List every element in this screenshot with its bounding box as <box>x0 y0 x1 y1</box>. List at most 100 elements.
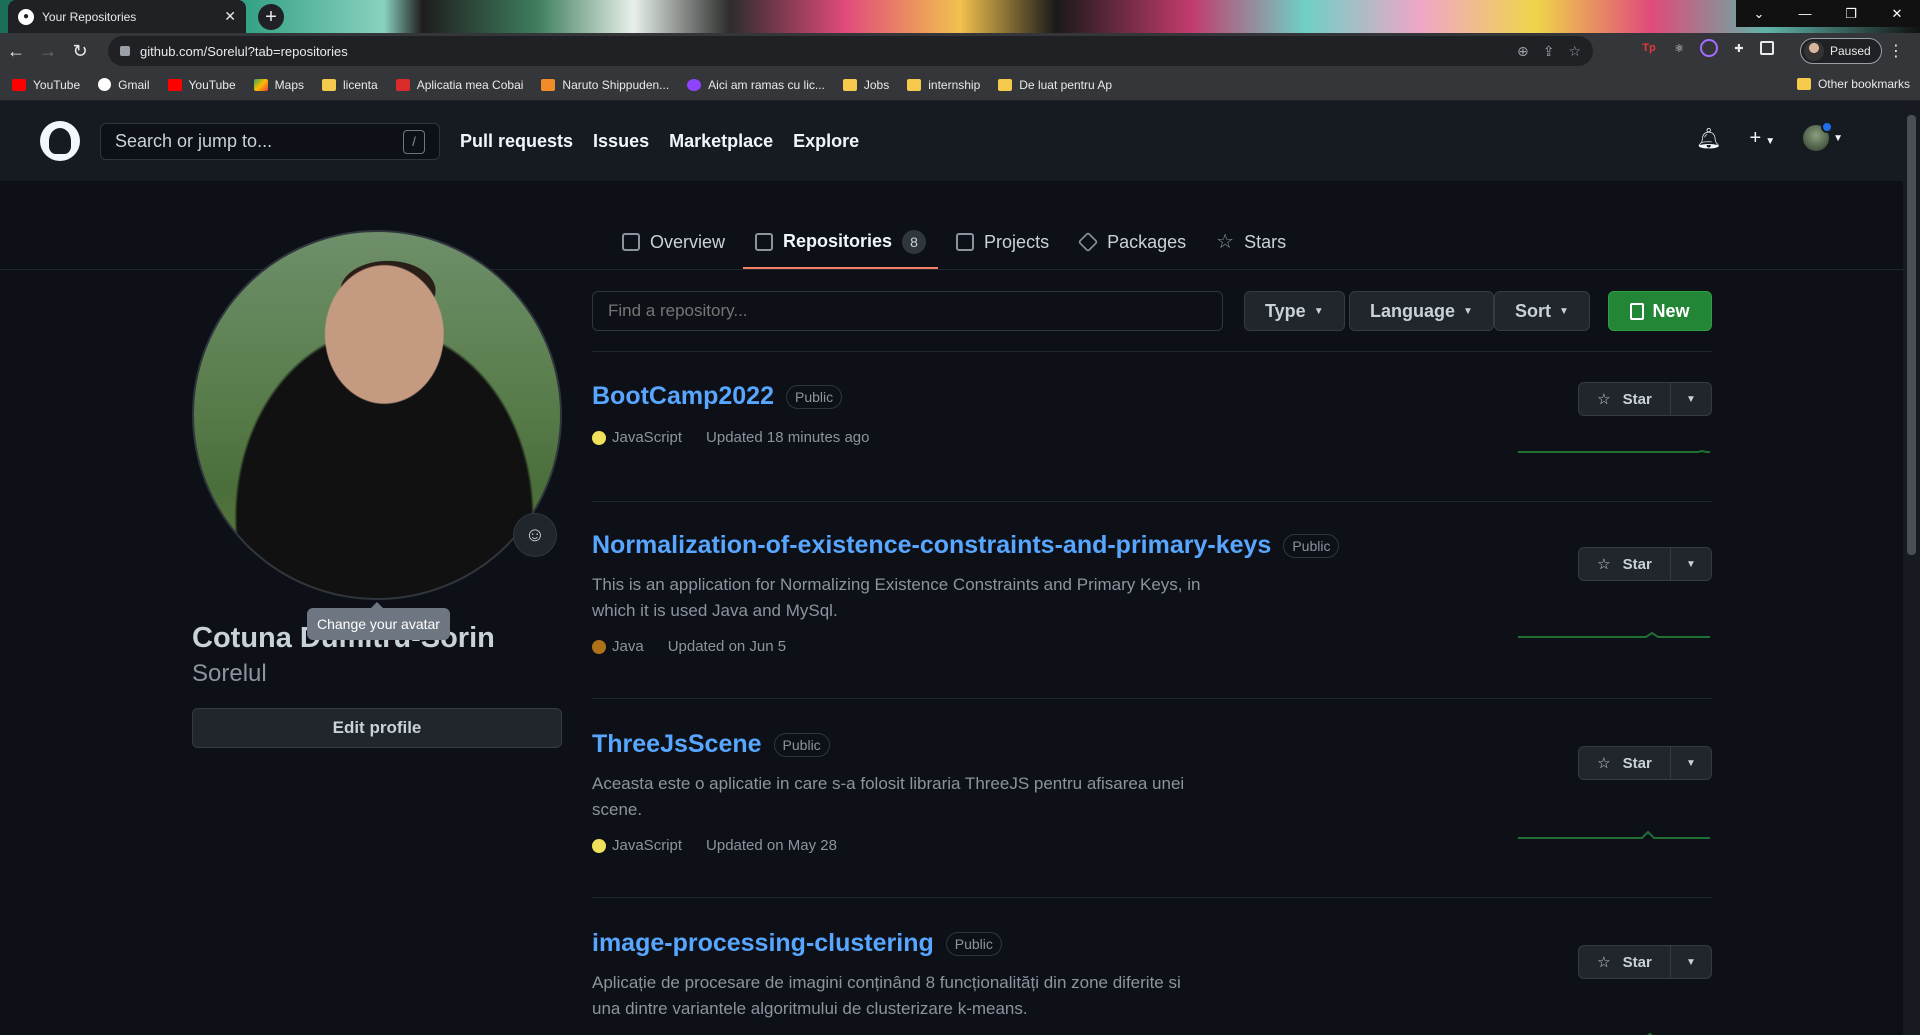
repo-icon <box>755 232 774 251</box>
repo-updated: Updated on May 28 <box>706 837 837 854</box>
repo-language: Java <box>592 638 644 655</box>
star-icon: ☆ <box>1597 954 1611 971</box>
url-text[interactable]: github.com/Sorelul?tab=repositories <box>140 44 1517 59</box>
star-button[interactable]: ☆ Star <box>1579 383 1671 415</box>
tab-close-icon[interactable]: ✕ <box>224 8 236 25</box>
repo-language: JavaScript <box>592 429 682 446</box>
profile-username: Sorelul <box>192 660 267 687</box>
repo-name-link[interactable]: BootCamp2022 <box>592 382 774 411</box>
github-logo-icon[interactable] <box>40 121 80 161</box>
extension-react-icon[interactable]: ⚛ <box>1670 39 1688 57</box>
profile-avatar-icon <box>1804 41 1824 61</box>
repo-list-item: Normalization-of-existence-constraints-a… <box>592 531 1712 699</box>
restore-button[interactable]: ❐ <box>1828 0 1874 27</box>
bookmark-item[interactable]: Naruto Shippuden... <box>541 78 669 92</box>
nav-marketplace[interactable]: Marketplace <box>669 131 773 152</box>
language-filter-button[interactable]: Language ▼ <box>1349 291 1494 331</box>
repo-name-link[interactable]: Normalization-of-existence-constraints-a… <box>592 531 1271 560</box>
user-menu-dropdown[interactable]: ▼ <box>1803 121 1843 151</box>
zoom-icon[interactable]: ⊕ <box>1517 43 1529 60</box>
other-bookmarks[interactable]: Other bookmarks <box>1796 77 1910 91</box>
forward-arrow-icon[interactable]: → <box>32 35 64 67</box>
browser-tabstrip: ● Your Repositories ✕ + ⌄ — ❐ ✕ <box>0 0 1920 33</box>
visibility-badge: Public <box>945 931 1002 956</box>
repo-icon <box>1630 302 1645 320</box>
github-header: Search or jump to... / Pull requests Iss… <box>0 101 1903 181</box>
repo-list-item: ThreeJsScene Public Aceasta este o aplic… <box>592 730 1712 898</box>
bookmark-item[interactable]: Aplicatia mea Cobai <box>395 78 523 92</box>
share-icon[interactable]: ⇪ <box>1543 43 1555 60</box>
app-a-icon <box>395 78 410 91</box>
search-placeholder: Search or jump to... <box>115 131 273 151</box>
avatar <box>1803 121 1834 151</box>
address-bar[interactable]: github.com/Sorelul?tab=repositories ⊕ ⇪ … <box>108 36 1593 66</box>
book-icon <box>622 233 640 251</box>
star-list-dropdown[interactable]: ▼ <box>1671 548 1711 580</box>
scrollbar-thumb[interactable] <box>1907 115 1916 555</box>
language-color-dot <box>592 639 606 654</box>
browser-tab[interactable]: ● Your Repositories ✕ <box>8 0 246 33</box>
back-arrow-icon[interactable]: ← <box>0 35 32 67</box>
bookmark-item[interactable]: De luat pentru Ap <box>998 78 1112 92</box>
find-repository-input[interactable] <box>592 291 1223 331</box>
type-filter-button[interactable]: Type ▼ <box>1244 291 1345 331</box>
sort-filter-button[interactable]: Sort ▼ <box>1494 291 1590 331</box>
reload-icon[interactable]: ↻ <box>64 35 96 67</box>
bookmark-item[interactable]: licenta <box>322 78 378 92</box>
create-new-dropdown[interactable]: + ▼ <box>1750 127 1776 150</box>
star-list-dropdown[interactable]: ▼ <box>1671 946 1711 978</box>
folder-icon <box>842 78 857 91</box>
edit-profile-button[interactable]: Edit profile <box>192 708 562 748</box>
side-panel-icon[interactable] <box>1760 41 1774 55</box>
folder-icon <box>998 78 1013 91</box>
profile-chip[interactable]: Paused <box>1800 38 1882 64</box>
tab-title: Your Repositories <box>42 9 137 24</box>
extension-tp-icon[interactable]: Tp <box>1640 39 1658 57</box>
tab-stars[interactable]: ☆ Stars <box>1204 216 1298 268</box>
bookmark-item[interactable]: internship <box>907 78 980 92</box>
star-list-dropdown[interactable]: ▼ <box>1671 747 1711 779</box>
star-button[interactable]: ☆ Star <box>1579 548 1671 580</box>
profile-status: Paused <box>1830 44 1871 58</box>
profile-avatar[interactable] <box>192 230 562 600</box>
repo-name-link[interactable]: image-processing-clustering <box>592 929 934 958</box>
page-scrollbar[interactable] <box>1903 101 1920 1035</box>
star-icon: ☆ <box>1216 231 1235 253</box>
tab-search-button[interactable]: ⌄ <box>1736 0 1782 27</box>
star-button-group: ☆ Star ▼ <box>1578 547 1712 581</box>
bookmark-item[interactable]: YouTube <box>12 78 80 92</box>
caret-down-icon: ▼ <box>1313 305 1324 317</box>
tab-overview[interactable]: Overview <box>610 216 737 268</box>
search-input[interactable]: Search or jump to... / <box>100 123 440 160</box>
extension-circle-icon[interactable] <box>1700 39 1718 57</box>
extensions-puzzle-icon[interactable]: ✚ <box>1730 39 1748 57</box>
new-tab-button[interactable]: + <box>258 4 284 30</box>
bookmark-item[interactable]: Maps <box>253 78 304 92</box>
bookmark-item[interactable]: YouTube <box>167 78 236 92</box>
nav-issues[interactable]: Issues <box>593 131 649 152</box>
tab-packages[interactable]: Packages <box>1067 216 1198 268</box>
bookmark-item[interactable]: Gmail <box>98 78 150 92</box>
tab-repositories[interactable]: Repositories 8 <box>743 216 939 270</box>
header-nav: Pull requests Issues Marketplace Explore <box>460 101 859 181</box>
bookmark-item[interactable]: Aici am ramas cu lic... <box>687 78 825 92</box>
chrome-menu-icon[interactable]: ⋮ <box>1888 41 1904 61</box>
star-icon: ☆ <box>1597 556 1611 573</box>
repo-updated: Updated 18 minutes ago <box>706 429 870 446</box>
repo-name-link[interactable]: ThreeJsScene <box>592 730 762 759</box>
language-color-dot <box>592 430 606 445</box>
nav-explore[interactable]: Explore <box>793 131 859 152</box>
star-list-dropdown[interactable]: ▼ <box>1671 383 1711 415</box>
notifications-bell-icon[interactable]: 🔔︎ <box>1696 126 1721 151</box>
tab-projects[interactable]: Projects <box>944 216 1061 268</box>
star-button[interactable]: ☆ Star <box>1579 747 1671 779</box>
star-button[interactable]: ☆ Star <box>1579 946 1671 978</box>
bookmark-item[interactable]: Jobs <box>842 78 889 92</box>
close-window-button[interactable]: ✕ <box>1874 0 1920 27</box>
new-repository-button[interactable]: New <box>1608 291 1712 331</box>
minimize-button[interactable]: — <box>1782 0 1828 27</box>
star-button-group: ☆ Star ▼ <box>1578 945 1712 979</box>
set-status-smiley-icon[interactable]: ☺ <box>513 513 557 557</box>
nav-pull-requests[interactable]: Pull requests <box>460 131 573 152</box>
bookmark-star-icon[interactable]: ☆ <box>1568 43 1581 60</box>
